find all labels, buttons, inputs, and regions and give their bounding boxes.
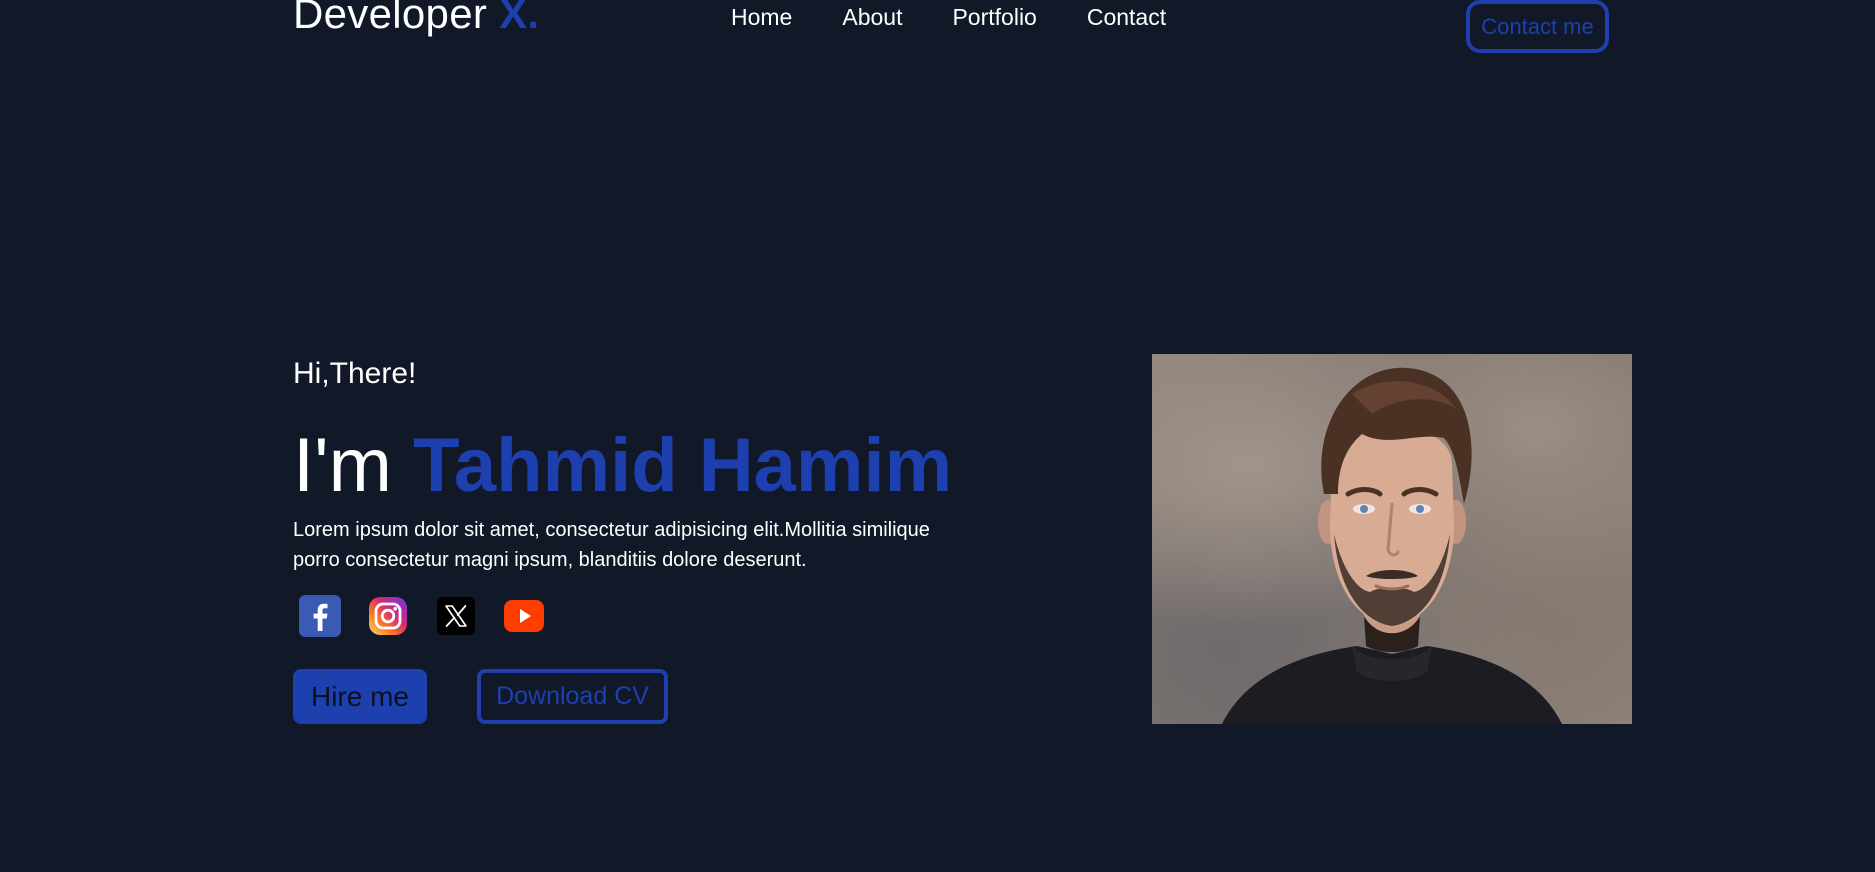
nav-about[interactable]: About [842, 2, 902, 32]
profile-portrait [1152, 354, 1632, 724]
hero-description: Lorem ipsum dolor sit amet, consectetur … [293, 519, 930, 571]
hero-name: Tahmid Hamim [413, 423, 953, 508]
brand-accent: X. [499, 0, 540, 37]
nav-contact[interactable]: Contact [1087, 2, 1166, 32]
x-twitter-icon[interactable] [435, 595, 477, 637]
hero-headline: I'm Tahmid Hamim [293, 423, 952, 509]
hero-greeting: Hi,There! [293, 357, 417, 390]
brand-name: Developer [293, 0, 500, 37]
nav-portfolio[interactable]: Portfolio [952, 2, 1036, 32]
main-nav: Home About Portfolio Contact [731, 2, 1166, 32]
nav-home[interactable]: Home [731, 2, 792, 32]
download-cv-button[interactable]: Download CV [477, 669, 668, 724]
hire-me-button[interactable]: Hire me [293, 669, 427, 724]
facebook-icon[interactable] [299, 595, 341, 637]
youtube-icon[interactable] [503, 595, 545, 637]
social-links [299, 595, 571, 637]
brand-logo[interactable]: Developer X. [293, 0, 539, 38]
hero-prefix: I'm [293, 423, 414, 508]
contact-me-button[interactable]: Contact me [1466, 0, 1609, 53]
instagram-icon[interactable] [367, 595, 409, 637]
